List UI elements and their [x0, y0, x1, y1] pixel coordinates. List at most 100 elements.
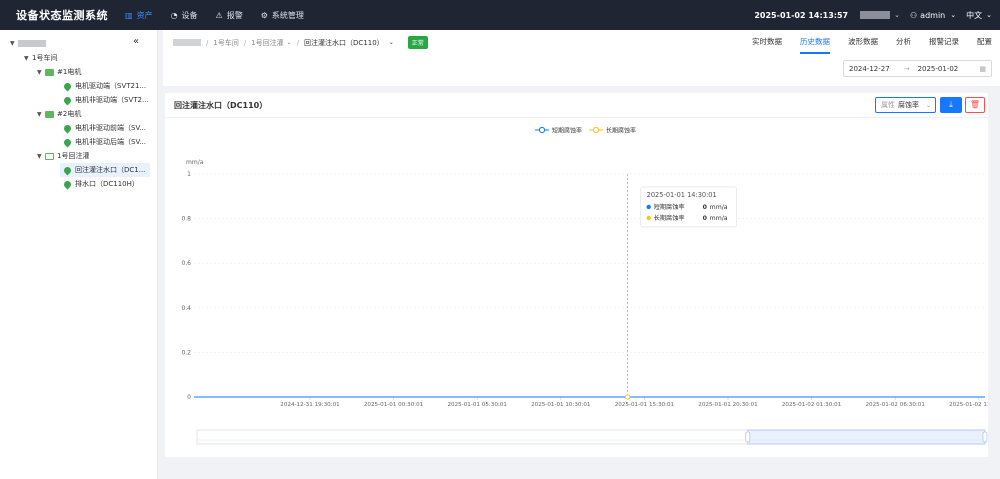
caret-down-icon[interactable]: ▼: [10, 40, 18, 47]
tree-node-point[interactable]: 电机非驱动后端（SV...: [62, 135, 147, 149]
chevron-down-icon[interactable]: ⌄: [894, 11, 900, 19]
tree-node-point[interactable]: 电机驱动端（SVT21...: [62, 79, 146, 93]
tree-node-point[interactable]: 排水口（DC110H）: [62, 177, 139, 191]
tank-icon: [45, 152, 54, 160]
nav-devices-label: 设备: [181, 10, 198, 20]
breadcrumb-item[interactable]: 1号车间: [213, 38, 238, 48]
x-tick-label: 2025-01-02 01:30:01: [782, 402, 842, 408]
attribute-select[interactable]: 属性 腐蚀率 ⌄: [875, 97, 936, 113]
attribute-value: 腐蚀率: [898, 101, 919, 109]
content-header: / 1号车间 / 1号回注灌 ⌄ / 回注灌注水口（DC110） ⌄ 正常 实时…: [163, 30, 1000, 86]
tree-node-root[interactable]: ▼: [10, 36, 46, 50]
tree-node-label: 电机非驱动端（SVT2...: [75, 96, 149, 104]
nav-devices[interactable]: ◔ 设备: [162, 0, 207, 30]
tooltip-time: 2025-01-01 14:30:01: [647, 191, 717, 199]
tree-node-point[interactable]: 电机非驱动端（SVT2...: [62, 93, 149, 107]
chevron-down-icon[interactable]: ⌄: [389, 39, 394, 46]
collapse-sidebar-icon[interactable]: «: [133, 36, 139, 47]
end-date[interactable]: 2025-01-02: [918, 65, 959, 73]
x-tick-label: 2025-01-01 05:30:01: [447, 402, 507, 408]
history-line-chart[interactable]: 短期腐蚀率 长期腐蚀率mm/a00.20.40.60.812024-12-31 1…: [165, 118, 988, 457]
tab-config[interactable]: 配置: [977, 30, 992, 54]
x-tick-label: 2025-01-02 11:30:01: [949, 402, 988, 408]
tab-waveform[interactable]: 波形数据: [848, 30, 878, 54]
legend-marker: [592, 126, 600, 134]
footer-strip: [163, 460, 1000, 479]
tree-node-point[interactable]: 电机非驱动前端（SV...: [62, 121, 147, 135]
alarm-icon: ⚠: [215, 10, 223, 20]
x-tick-label: 2025-01-01 20:30:01: [698, 402, 758, 408]
caret-down-icon[interactable]: ▼: [37, 69, 45, 76]
zoom-selected-range[interactable]: [747, 429, 986, 445]
trash-icon: 🗑: [969, 100, 981, 109]
gauge-icon: ◔: [170, 10, 178, 20]
tooltip-series-name: 长期腐蚀率: [654, 214, 685, 222]
caret-down-icon[interactable]: ▼: [24, 55, 32, 62]
machine-icon: [45, 68, 54, 76]
chevron-down-icon: ⌄: [925, 101, 931, 109]
nav-assets[interactable]: ▥ 资产: [116, 0, 162, 30]
asset-tree-sidebar: « ▼ ▼ 1号车间 ▼ #1电机 电机驱动端（SVT21... 电机非驱动端（…: [0, 30, 158, 479]
legend-marker: [538, 126, 546, 134]
delete-button[interactable]: 🗑: [965, 97, 985, 113]
view-tabs: 实时数据 历史数据 波形数据 分析 报警记录 配置: [734, 30, 992, 54]
tree-node-point-selected[interactable]: 回注灌注水口（DC1...: [60, 163, 150, 177]
tab-history[interactable]: 历史数据: [800, 30, 830, 54]
y-tick-label: 0.4: [181, 305, 191, 312]
chevron-down-icon[interactable]: ⌄: [986, 11, 992, 19]
user-icon: ⚇: [910, 10, 918, 20]
user-menu[interactable]: ⚇ admin ⌄: [910, 11, 956, 20]
x-tick-label: 2025-01-02 06:30:01: [865, 402, 925, 408]
date-range-picker[interactable]: 2024-12-27 → 2025-01-02 ▦: [843, 60, 992, 77]
tree-node-tank[interactable]: ▼ 1号回注灌: [37, 149, 89, 163]
tab-realtime[interactable]: 实时数据: [752, 30, 782, 54]
tooltip-marker: [646, 204, 651, 210]
tree-node-label: 1号车间: [32, 54, 58, 62]
location-pin-icon: [62, 179, 73, 189]
machine-icon: [45, 110, 54, 118]
tooltip-series-name: 短期腐蚀率: [654, 203, 685, 211]
location-pin-icon: [62, 165, 73, 175]
caret-down-icon[interactable]: ▼: [37, 153, 45, 160]
breadcrumb-item[interactable]: 1号回注灌: [251, 38, 283, 48]
language-selector[interactable]: 中文: [966, 10, 982, 21]
main-nav: ▥ 资产 ◔ 设备 ⚠ 报警 ⚙ 系统管理: [116, 0, 313, 30]
tree-node-label: 回注灌注水口（DC1...: [75, 166, 146, 174]
breadcrumb-separator: /: [206, 38, 209, 47]
breadcrumb-root[interactable]: [173, 39, 201, 46]
start-date[interactable]: 2024-12-27: [849, 65, 890, 73]
tree-node-label: #1电机: [57, 68, 82, 76]
tab-alarm-records[interactable]: 报警记录: [929, 30, 959, 54]
caret-down-icon[interactable]: ▼: [37, 111, 45, 118]
tree-node-label: 1号回注灌: [57, 152, 90, 160]
tree-node-label: 电机非驱动前端（SV...: [75, 124, 147, 132]
history-chart-panel: 回注灌注水口（DC110） 属性 腐蚀率 ⌄ ⤓ 🗑 短期腐蚀率 长期腐蚀率 mm/…: [165, 93, 988, 457]
tree-node-motor-1[interactable]: ▼ #1电机: [37, 65, 81, 79]
tooltip-unit: mm/a: [710, 215, 728, 222]
org-selector[interactable]: [860, 11, 891, 19]
tree-node-motor-2[interactable]: ▼ #2电机: [37, 107, 81, 121]
zoom-handle[interactable]: [745, 431, 751, 443]
nav-alarms[interactable]: ⚠ 报警: [207, 0, 252, 30]
zoom-handle[interactable]: [982, 431, 988, 443]
panel-header: 回注灌注水口（DC110）: [165, 93, 988, 118]
tab-analysis[interactable]: 分析: [896, 30, 911, 54]
y-tick-label: 0.8: [181, 216, 191, 223]
chevron-down-icon[interactable]: ⌄: [287, 39, 292, 46]
tree-root-label: [18, 39, 46, 47]
clock: 2025-01-02 14:13:57: [754, 10, 849, 20]
top-bar: 设备状态监测系统 ▥ 资产 ◔ 设备 ⚠ 报警 ⚙ 系统管理 2025-01-0…: [0, 0, 1000, 30]
breadcrumb-separator: /: [243, 38, 247, 47]
x-tick-label: 2025-01-01 10:30:01: [531, 402, 591, 408]
nav-system[interactable]: ⚙ 系统管理: [252, 0, 313, 30]
top-right: 2025-01-02 14:13:57 ⌄ ⚇ admin ⌄ 中文 ⌄: [754, 0, 1000, 30]
tree-node-workshop[interactable]: ▼ 1号车间: [24, 51, 57, 65]
assets-icon: ▥: [125, 10, 133, 20]
tree-node-label: 排水口（DC110H）: [75, 180, 139, 188]
range-arrow: →: [903, 64, 910, 73]
legend-label: 长期腐蚀率: [606, 127, 636, 135]
tooltip-value: 0: [703, 204, 708, 211]
chevron-down-icon: ⌄: [950, 11, 957, 19]
download-button[interactable]: ⤓: [940, 97, 962, 113]
tree-node-label: 电机非驱动后端（SV...: [75, 138, 147, 146]
